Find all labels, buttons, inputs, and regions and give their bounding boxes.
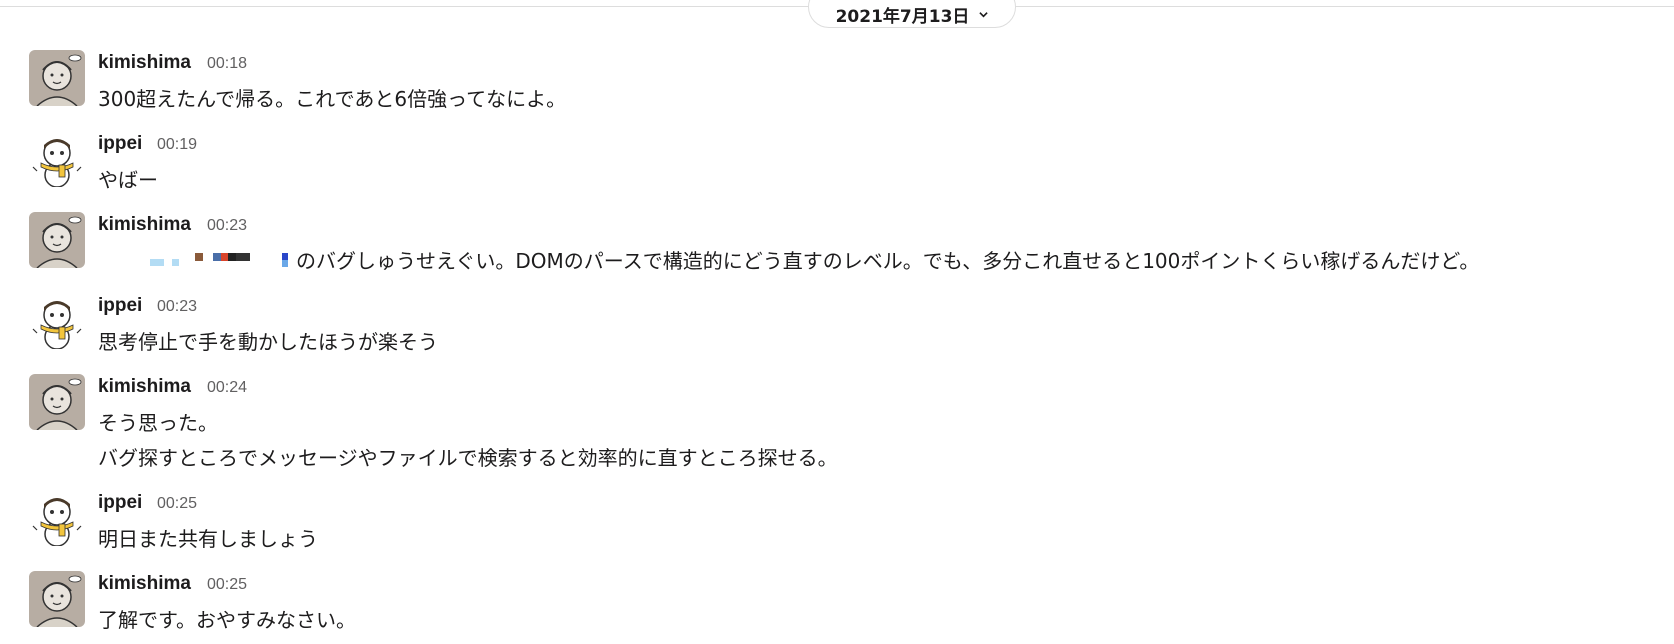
message-timestamp[interactable]: 00:23: [207, 217, 247, 235]
message-text: バグ探すところでメッセージやファイルで検索すると効率的に直すところ探せる。: [98, 446, 838, 470]
chevron-down-icon: [979, 11, 989, 17]
avatar-kimishima[interactable]: [29, 50, 85, 106]
message-text: そう思った。: [98, 411, 218, 435]
message-text: のバグしゅうせえぐい。DOMのパースで構造的にどう直すのレベル。でも、多分これ直…: [296, 249, 1480, 273]
message-timestamp[interactable]: 00:24: [207, 379, 247, 397]
avatar-kimishima[interactable]: [29, 374, 85, 430]
message-text: やばー: [98, 168, 158, 192]
message-timestamp[interactable]: 00:25: [207, 576, 247, 594]
message-timestamp[interactable]: 00:23: [157, 298, 197, 316]
avatar-ippei[interactable]: [29, 131, 85, 187]
avatar-ippei[interactable]: [29, 490, 85, 546]
redacted-emoji-block: [98, 245, 293, 277]
date-divider-label: 2021年7月13日: [835, 6, 970, 27]
message-text: 明日また共有しましょう: [98, 527, 318, 551]
message-timestamp[interactable]: 00:19: [157, 136, 197, 154]
date-divider-button[interactable]: 2021年7月13日: [808, 0, 1016, 28]
message-timestamp[interactable]: 00:25: [157, 495, 197, 513]
message-timestamp[interactable]: 00:18: [207, 55, 247, 73]
message-author[interactable]: ippei: [98, 133, 142, 155]
message-author[interactable]: kimishima: [98, 376, 191, 398]
avatar-ippei[interactable]: [29, 293, 85, 349]
message-author[interactable]: kimishima: [98, 573, 191, 595]
message-author[interactable]: kimishima: [98, 214, 191, 236]
message-text: 300超えたんで帰る。これであと6倍強ってなによ。: [98, 87, 567, 111]
avatar-kimishima[interactable]: [29, 571, 85, 627]
message-author[interactable]: ippei: [98, 295, 142, 317]
message-author[interactable]: ippei: [98, 492, 142, 514]
message-author[interactable]: kimishima: [98, 52, 191, 74]
message-text: 思考停止で手を動かしたほうが楽そう: [98, 330, 438, 354]
message-text: 了解です。おやすみなさい。: [98, 608, 356, 632]
avatar-kimishima[interactable]: [29, 212, 85, 268]
